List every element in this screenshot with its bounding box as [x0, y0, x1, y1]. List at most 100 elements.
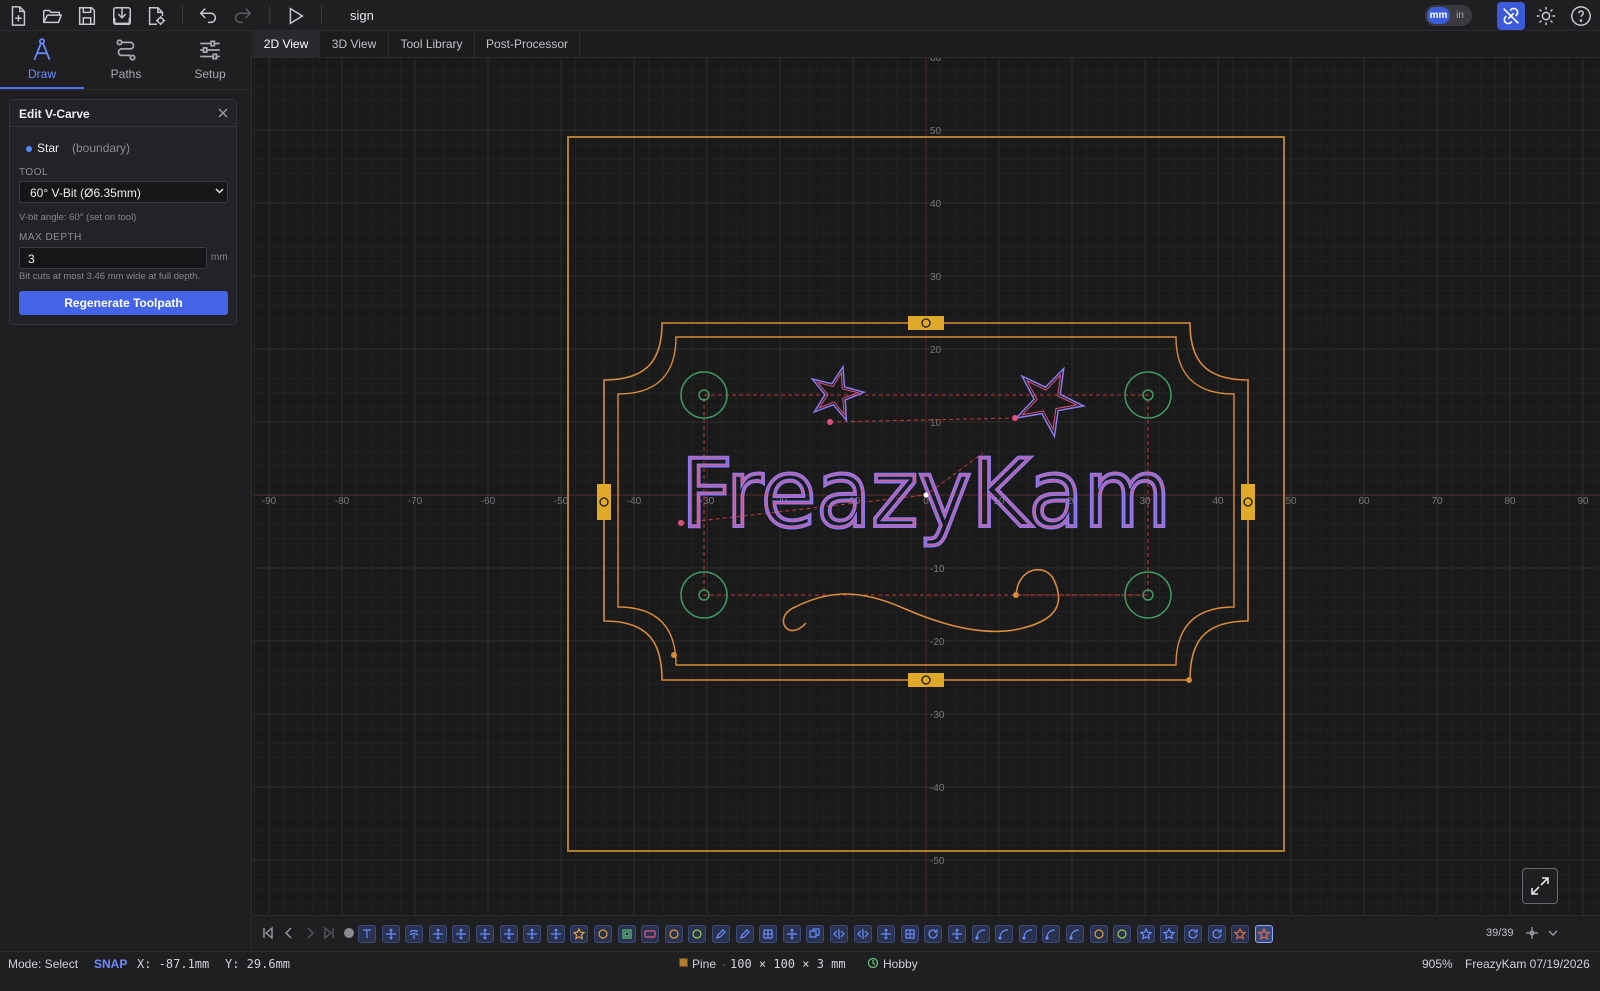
operation-chip[interactable]: [1184, 925, 1202, 943]
unit-mm-option[interactable]: mm: [1427, 7, 1450, 24]
operation-chip[interactable]: [971, 925, 990, 943]
step-back-icon[interactable]: [282, 926, 296, 940]
unit-in-option[interactable]: in: [1450, 7, 1470, 24]
holding-tab[interactable]: [908, 316, 944, 330]
operation-chip[interactable]: [995, 925, 1014, 943]
operation-chip[interactable]: [830, 925, 848, 943]
star-shape-right[interactable]: [1014, 366, 1087, 439]
holding-tab[interactable]: [908, 673, 944, 687]
theme-toggle-button[interactable]: [1533, 3, 1559, 29]
path-node[interactable]: [827, 419, 833, 425]
tab-setup[interactable]: Setup: [168, 31, 252, 89]
operation-chip[interactable]: [499, 925, 518, 943]
operation-chip[interactable]: [452, 925, 471, 943]
export-button[interactable]: [109, 3, 135, 29]
operation-chip[interactable]: [1136, 925, 1155, 943]
tab-draw[interactable]: Draw: [0, 31, 84, 89]
new-file-button[interactable]: [5, 3, 31, 29]
tool-select[interactable]: 60° V-Bit (Ø6.35mm): [19, 181, 228, 203]
operation-chip[interactable]: [853, 925, 872, 943]
holding-tab[interactable]: [597, 484, 611, 520]
y-tick-label: 40: [930, 199, 942, 210]
path-node[interactable]: [1012, 415, 1018, 421]
path-node[interactable]: [1186, 677, 1192, 683]
machine-name[interactable]: Hobby: [883, 957, 918, 971]
operation-chip[interactable]: [523, 925, 542, 943]
operation-chip[interactable]: [1042, 925, 1061, 943]
move-icon: [952, 928, 962, 940]
operation-chip[interactable]: [641, 925, 660, 943]
operation-chip[interactable]: [688, 925, 707, 943]
x-tick-label: 70: [1431, 496, 1443, 507]
undo-button[interactable]: [195, 3, 221, 29]
tab-post-processor[interactable]: Post-Processor: [475, 31, 580, 57]
operation-chip[interactable]: [1254, 925, 1273, 943]
path-node[interactable]: [678, 520, 684, 526]
close-icon[interactable]: [216, 106, 230, 120]
operation-chip[interactable]: [712, 925, 730, 943]
operation-chip[interactable]: [806, 925, 825, 943]
operation-chip[interactable]: [405, 925, 424, 943]
tab-3d-view[interactable]: 3D View: [320, 31, 389, 57]
regenerate-toolpath-button[interactable]: Regenerate Toolpath: [19, 291, 228, 315]
drawing-canvas[interactable]: -90 -80 -70 -60 -50 -40 -30 -20 -10 0 10 20 30 40 50 60…: [253, 58, 1600, 915]
operation-chip[interactable]: [877, 925, 896, 943]
operation-chip[interactable]: [594, 925, 612, 943]
x-tick-label: -50: [554, 496, 569, 507]
operation-chip[interactable]: [570, 925, 589, 943]
help-button[interactable]: [1568, 3, 1594, 29]
operation-chip[interactable]: [1160, 925, 1179, 943]
snap-link-button[interactable]: [1497, 2, 1525, 30]
tab-draw-label: Draw: [27, 67, 56, 81]
canvas-svg[interactable]: -90 -80 -70 -60 -50 -40 -30 -20 -10 0 10 20 30 40 50 60…: [253, 58, 1600, 915]
pen-icon: [716, 929, 726, 939]
operation-chip[interactable]: [735, 925, 754, 943]
redo-button[interactable]: [230, 3, 256, 29]
operation-chip[interactable]: [1231, 925, 1250, 943]
holding-tab[interactable]: [1241, 484, 1255, 520]
simulate-button[interactable]: [282, 3, 308, 29]
operation-chip[interactable]: [1066, 925, 1084, 943]
operation-chip[interactable]: [546, 925, 565, 943]
operation-chip[interactable]: [948, 925, 966, 943]
skip-end-icon[interactable]: [322, 926, 336, 940]
scroll-flourish[interactable]: [782, 568, 1060, 633]
tab-paths[interactable]: Paths: [84, 31, 168, 89]
material-name[interactable]: Pine: [692, 957, 716, 971]
chevron-down-icon[interactable]: [1546, 926, 1560, 940]
snap-toggle[interactable]: SNAP: [94, 957, 127, 971]
operation-chip[interactable]: [1089, 925, 1108, 943]
operation-chip[interactable]: [381, 925, 400, 943]
open-file-button[interactable]: [39, 3, 65, 29]
undo-icon: [199, 8, 216, 24]
step-forward-icon[interactable]: [303, 926, 317, 940]
record-dot-icon[interactable]: [342, 926, 356, 940]
document-title[interactable]: sign: [350, 8, 374, 23]
operation-chip[interactable]: [476, 925, 494, 943]
skip-start-icon[interactable]: [261, 926, 275, 940]
operation-chip[interactable]: [1207, 925, 1226, 943]
operation-chip[interactable]: [1113, 925, 1132, 943]
crosshair-icon[interactable]: [1525, 926, 1539, 940]
fit-view-button[interactable]: [1522, 868, 1558, 904]
tab-tool-library[interactable]: Tool Library: [389, 31, 475, 57]
path-node[interactable]: [671, 652, 677, 658]
operation-chip[interactable]: [428, 925, 447, 943]
max-depth-input[interactable]: 3: [19, 247, 207, 269]
operation-chip[interactable]: [900, 925, 919, 943]
circle-icon: [669, 929, 679, 939]
path-node[interactable]: [1013, 592, 1019, 598]
unit-toggle[interactable]: mm in: [1425, 5, 1472, 26]
operation-chip[interactable]: [782, 925, 801, 943]
tab-2d-view[interactable]: 2D View: [253, 31, 320, 57]
operation-chip[interactable]: [617, 925, 636, 943]
operation-chip[interactable]: [664, 925, 683, 943]
operation-chip[interactable]: [924, 925, 943, 943]
zoom-level: 905%: [1422, 957, 1453, 971]
operation-chip[interactable]: [358, 925, 376, 943]
sun-icon: [1536, 6, 1556, 26]
operation-chip[interactable]: [759, 925, 778, 943]
save-button[interactable]: [74, 3, 100, 29]
operation-chip[interactable]: [1018, 925, 1037, 943]
file-settings-button[interactable]: [143, 3, 169, 29]
